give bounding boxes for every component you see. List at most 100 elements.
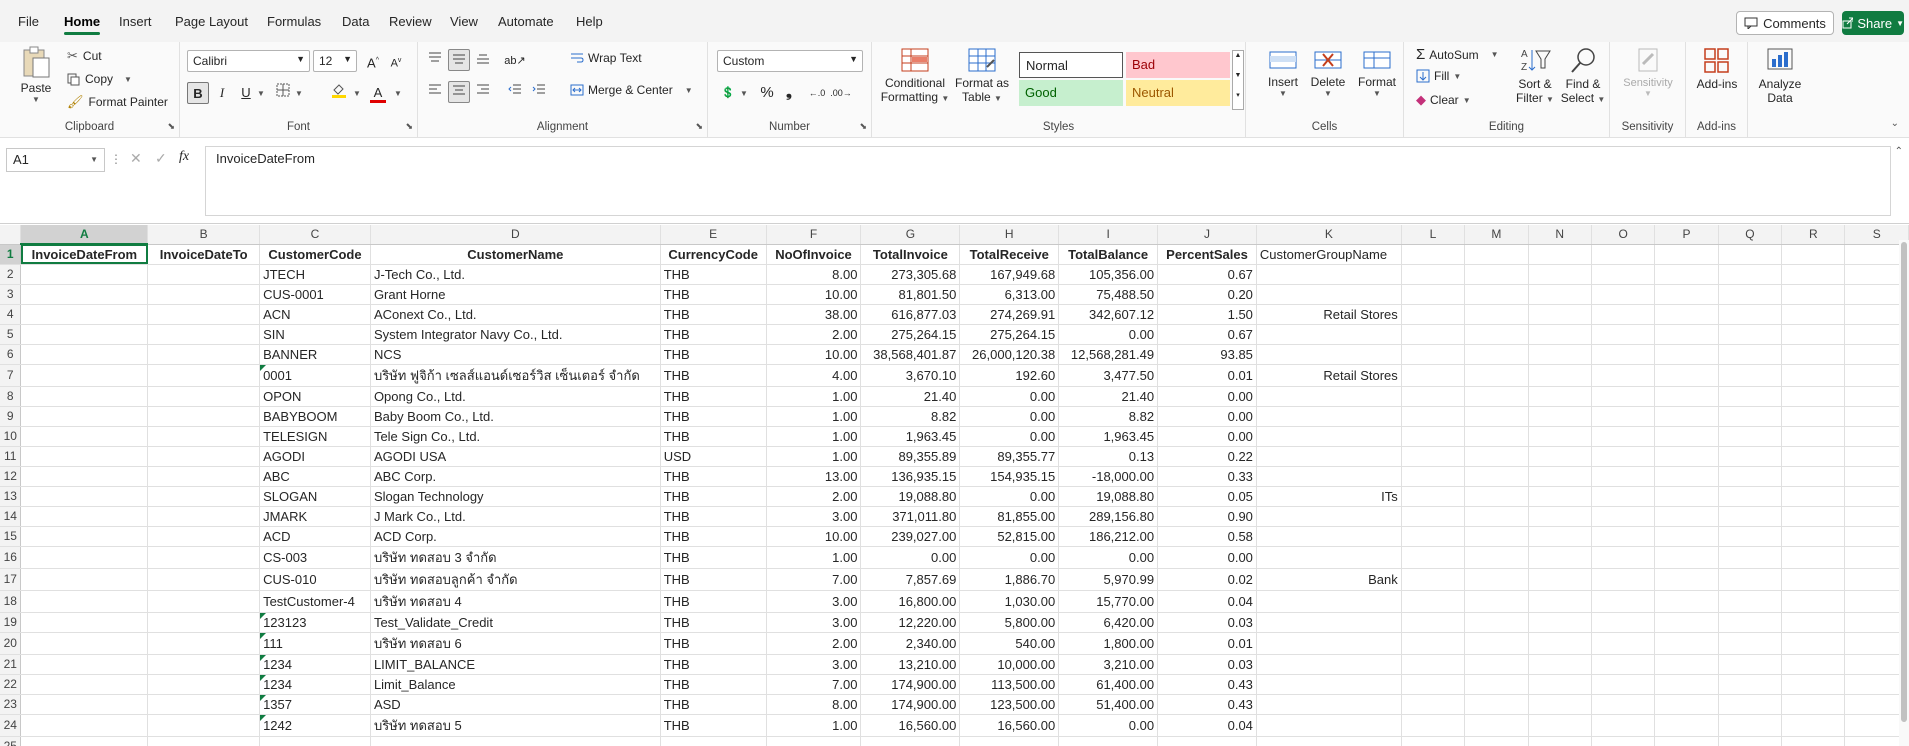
cell-F9[interactable]: 1.00 xyxy=(766,406,862,427)
cell-Q18[interactable] xyxy=(1718,590,1783,613)
style-normal[interactable]: Normal xyxy=(1019,52,1123,78)
clear-button[interactable]: ◆ Clear ▼ xyxy=(1416,92,1471,108)
cell-R13[interactable] xyxy=(1781,486,1846,507)
cell-D25[interactable] xyxy=(370,736,661,746)
cell-K3[interactable] xyxy=(1256,284,1402,305)
cell-N14[interactable] xyxy=(1528,506,1592,527)
cell-H4[interactable]: 274,269.91 xyxy=(959,304,1060,325)
row-header[interactable]: 15 xyxy=(0,526,22,547)
cell-K16[interactable] xyxy=(1256,546,1402,569)
cell-E10[interactable]: THB xyxy=(660,426,767,447)
cell-M24[interactable] xyxy=(1464,714,1529,737)
column-header-N[interactable]: N xyxy=(1528,225,1592,245)
conditional-formatting-button[interactable]: Conditional Formatting ▼ xyxy=(880,47,950,104)
cell-N17[interactable] xyxy=(1528,568,1592,591)
underline-button[interactable]: U xyxy=(235,82,257,104)
cell-L13[interactable] xyxy=(1401,486,1466,507)
cell-E22[interactable]: THB xyxy=(660,674,767,695)
comments-button[interactable]: Comments xyxy=(1736,11,1834,35)
cell-C22[interactable]: 1234 xyxy=(259,674,371,695)
style-good[interactable]: Good xyxy=(1019,80,1123,106)
tab-home[interactable]: Home xyxy=(64,14,101,35)
cell-P13[interactable] xyxy=(1654,486,1719,507)
cell-I1[interactable]: TotalBalance xyxy=(1058,244,1159,265)
tab-automate[interactable]: Automate xyxy=(498,14,554,29)
cell-J7[interactable]: 0.01 xyxy=(1157,364,1257,387)
cell-Q17[interactable] xyxy=(1718,568,1783,591)
cell-Q8[interactable] xyxy=(1718,386,1783,407)
cell-J13[interactable]: 0.05 xyxy=(1157,486,1257,507)
cell-B13[interactable] xyxy=(147,486,261,507)
scrollbar-thumb[interactable] xyxy=(1901,242,1907,722)
tab-insert[interactable]: Insert xyxy=(119,14,152,29)
cell-B14[interactable] xyxy=(147,506,261,527)
cell-F12[interactable]: 13.00 xyxy=(766,466,862,487)
cell-C14[interactable]: JMARK xyxy=(259,506,371,527)
cell-P14[interactable] xyxy=(1654,506,1719,527)
decrease-decimal-icon[interactable]: .00→ xyxy=(830,82,852,104)
cell-C8[interactable]: OPON xyxy=(259,386,371,407)
cell-L9[interactable] xyxy=(1401,406,1466,427)
more-options-icon[interactable]: ⋮ xyxy=(110,152,122,166)
cell-M22[interactable] xyxy=(1464,674,1529,695)
cell-G12[interactable]: 136,935.15 xyxy=(860,466,961,487)
cell-A7[interactable] xyxy=(20,364,149,387)
cell-B6[interactable] xyxy=(147,344,261,365)
chevron-down-icon[interactable]: ▼ xyxy=(685,86,693,95)
cell-E14[interactable]: THB xyxy=(660,506,767,527)
cell-R2[interactable] xyxy=(1781,264,1846,285)
column-header-C[interactable]: C xyxy=(259,225,371,245)
cell-L24[interactable] xyxy=(1401,714,1466,737)
cell-R7[interactable] xyxy=(1781,364,1846,387)
cell-F25[interactable] xyxy=(766,736,862,746)
cell-O25[interactable] xyxy=(1591,736,1656,746)
cell-L4[interactable] xyxy=(1401,304,1466,325)
cell-A15[interactable] xyxy=(20,526,149,547)
column-header-F[interactable]: F xyxy=(766,225,862,245)
cell-F14[interactable]: 3.00 xyxy=(766,506,862,527)
styles-gallery-scroll[interactable]: ▲ ▼ ▾ xyxy=(1232,50,1244,110)
cell-F8[interactable]: 1.00 xyxy=(766,386,862,407)
cell-D20[interactable]: บริษัท ทดสอบ 6 xyxy=(370,632,661,655)
name-box[interactable]: A1 ▼ xyxy=(6,148,105,172)
cell-B25[interactable] xyxy=(147,736,261,746)
cell-O11[interactable] xyxy=(1591,446,1656,467)
cell-C17[interactable]: CUS-010 xyxy=(259,568,371,591)
column-header-M[interactable]: M xyxy=(1464,225,1529,245)
cell-L11[interactable] xyxy=(1401,446,1466,467)
cell-L12[interactable] xyxy=(1401,466,1466,487)
cell-H15[interactable]: 52,815.00 xyxy=(959,526,1060,547)
cell-Q7[interactable] xyxy=(1718,364,1783,387)
cell-M6[interactable] xyxy=(1464,344,1529,365)
cell-L1[interactable] xyxy=(1401,244,1466,265)
cell-G16[interactable]: 0.00 xyxy=(860,546,961,569)
cell-L23[interactable] xyxy=(1401,694,1466,715)
enter-icon[interactable]: ✓ xyxy=(155,150,167,167)
cell-B5[interactable] xyxy=(147,324,261,345)
cell-I13[interactable]: 19,088.80 xyxy=(1058,486,1159,507)
cell-A19[interactable] xyxy=(20,612,149,633)
cell-E7[interactable]: THB xyxy=(660,364,767,387)
cell-C6[interactable]: BANNER xyxy=(259,344,371,365)
cell-J10[interactable]: 0.00 xyxy=(1157,426,1257,447)
cell-G1[interactable]: TotalInvoice xyxy=(860,244,961,265)
cell-F1[interactable]: NoOfInvoice xyxy=(766,244,862,265)
row-header[interactable]: 8 xyxy=(0,386,22,407)
cell-E3[interactable]: THB xyxy=(660,284,767,305)
column-header-Q[interactable]: Q xyxy=(1718,225,1783,245)
cell-J12[interactable]: 0.33 xyxy=(1157,466,1257,487)
cell-M8[interactable] xyxy=(1464,386,1529,407)
cell-Q9[interactable] xyxy=(1718,406,1783,427)
cell-E4[interactable]: THB xyxy=(660,304,767,325)
ribbon-collapse-icon[interactable]: ⌄ xyxy=(1891,118,1899,129)
cell-H1[interactable]: TotalReceive xyxy=(959,244,1060,265)
row-header[interactable]: 11 xyxy=(0,446,22,467)
cell-M3[interactable] xyxy=(1464,284,1529,305)
column-header-O[interactable]: O xyxy=(1591,225,1656,245)
cell-P9[interactable] xyxy=(1654,406,1719,427)
insert-function-icon[interactable]: fx xyxy=(179,149,189,165)
cell-D7[interactable]: บริษัท ฟูจิก้า เซลส์แอนด์เซอร์วิส เซ็นเต… xyxy=(370,364,661,387)
cell-N11[interactable] xyxy=(1528,446,1592,467)
cell-O16[interactable] xyxy=(1591,546,1656,569)
cell-P11[interactable] xyxy=(1654,446,1719,467)
